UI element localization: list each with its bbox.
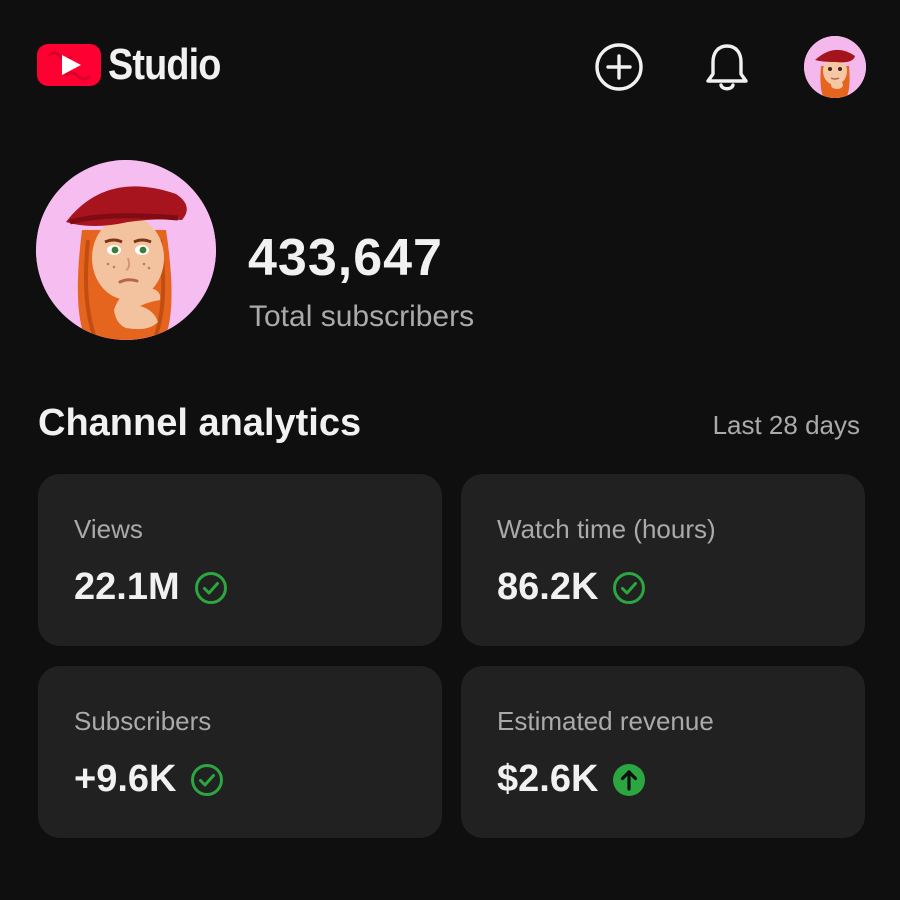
memoji-avatar-icon xyxy=(36,160,216,340)
plus-circle-icon xyxy=(595,43,643,91)
card-value-row: 86.2K xyxy=(497,566,646,609)
card-value-row: +9.6K xyxy=(74,758,224,801)
analytics-title: Channel analytics xyxy=(38,402,362,444)
check-circle-icon xyxy=(190,763,224,797)
check-circle-icon xyxy=(612,571,646,605)
card-value: 86.2K xyxy=(497,566,599,608)
analytics-date-range[interactable]: Last 28 days xyxy=(713,410,860,441)
subscriber-count: 433,647 xyxy=(248,229,443,287)
subscribers-card[interactable]: Subscribers +9.6K xyxy=(38,666,442,838)
create-button[interactable] xyxy=(588,36,650,98)
card-value: 22.1M xyxy=(74,566,180,608)
arrow-up-circle-icon xyxy=(612,763,646,797)
card-value: +9.6K xyxy=(74,758,177,800)
views-card[interactable]: Views 22.1M xyxy=(38,474,442,646)
card-value-row: $2.6K xyxy=(497,758,646,801)
channel-avatar[interactable] xyxy=(36,160,216,340)
studio-dashboard: Studio 433,647 Total subscribers Channel… xyxy=(0,0,900,900)
watch-time-card[interactable]: Watch time (hours) 86.2K xyxy=(461,474,865,646)
subscriber-label: Total subscribers xyxy=(249,300,475,333)
app-header: Studio xyxy=(36,36,866,98)
account-avatar[interactable] xyxy=(804,36,866,98)
revenue-card[interactable]: Estimated revenue $2.6K xyxy=(461,666,865,838)
card-value-row: 22.1M xyxy=(74,566,228,609)
card-label: Subscribers xyxy=(74,706,212,736)
notifications-button[interactable] xyxy=(696,36,758,98)
studio-logo[interactable]: Studio xyxy=(36,42,239,88)
card-value: $2.6K xyxy=(497,758,599,800)
card-label: Watch time (hours) xyxy=(497,514,716,544)
card-label: Estimated revenue xyxy=(497,706,714,736)
memoji-avatar-icon xyxy=(804,36,866,98)
youtube-play-logo-icon xyxy=(36,42,102,88)
app-name: Studio xyxy=(108,40,221,89)
bell-icon xyxy=(706,44,748,91)
check-circle-icon xyxy=(194,571,228,605)
card-label: Views xyxy=(74,514,143,544)
